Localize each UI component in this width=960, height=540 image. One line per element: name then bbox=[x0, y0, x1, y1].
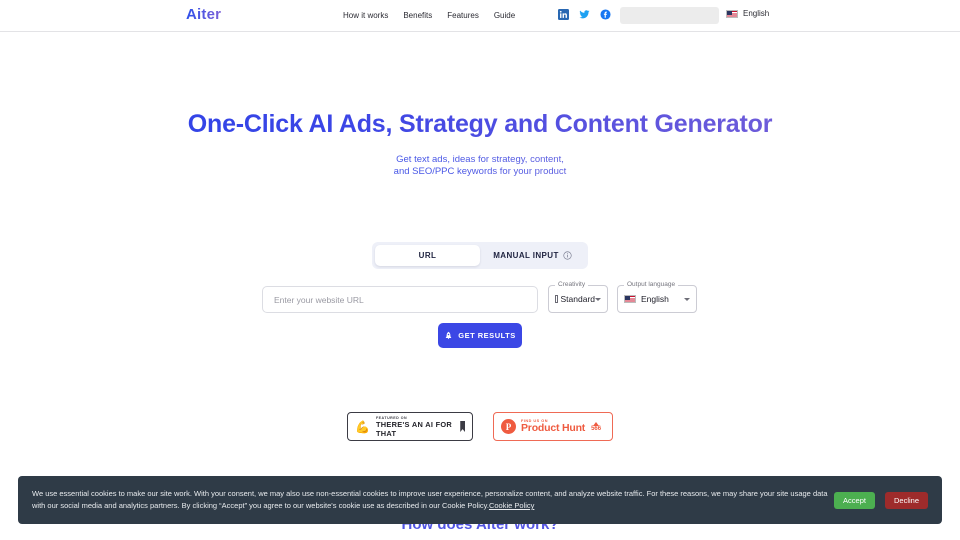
main-nav: How it works Benefits Features Guide bbox=[343, 11, 515, 20]
cookie-banner-body: We use essential cookies to make our sit… bbox=[32, 489, 828, 510]
rocket-icon bbox=[446, 331, 452, 340]
tab-manual-input-label: MANUAL INPUT bbox=[493, 251, 559, 260]
nav-item-guide[interactable]: Guide bbox=[494, 11, 515, 20]
site-logo[interactable]: Aiter bbox=[186, 6, 221, 23]
creativity-select[interactable]: Creativity Standard bbox=[548, 281, 608, 313]
get-results-label: GET RESULTS bbox=[458, 331, 516, 340]
language-switcher[interactable]: English bbox=[726, 9, 769, 18]
input-mode-toggle: URL MANUAL INPUT bbox=[372, 242, 588, 269]
twitter-icon[interactable] bbox=[579, 9, 590, 20]
linkedin-icon[interactable] bbox=[558, 9, 569, 20]
tab-url-label: URL bbox=[418, 251, 437, 260]
output-language-select[interactable]: Output language English bbox=[617, 281, 697, 313]
cookie-banner-text: We use essential cookies to make our sit… bbox=[32, 488, 834, 512]
flex-arm-icon: 💪 bbox=[355, 419, 370, 434]
subtitle-line-1: Get text ads, ideas for strategy, conten… bbox=[396, 154, 564, 165]
header-action-placeholder[interactable] bbox=[620, 7, 719, 24]
language-switcher-label: English bbox=[743, 9, 770, 18]
subtitle-line-2: and SEO/PPC keywords for your product bbox=[393, 166, 567, 177]
taft-title: THERE'S AN AI FOR THAT bbox=[375, 419, 453, 438]
info-icon bbox=[563, 251, 572, 260]
creativity-value: Standard bbox=[560, 294, 596, 304]
product-hunt-count: 566 bbox=[591, 425, 602, 432]
creativity-emoji-icon bbox=[555, 295, 558, 303]
output-language-value: English bbox=[641, 294, 669, 304]
cookie-consent-banner: We use essential cookies to make our sit… bbox=[18, 476, 942, 524]
social-links bbox=[558, 9, 611, 20]
search-input[interactable] bbox=[262, 286, 538, 313]
nav-item-benefits[interactable]: Benefits bbox=[403, 11, 432, 20]
cookie-policy-link[interactable]: Cookie Policy bbox=[489, 501, 534, 510]
page-subtitle: Get text ads, ideas for strategy, conten… bbox=[0, 154, 960, 178]
chevron-down-icon bbox=[595, 297, 601, 301]
badge-row: 💪 FEATURED ON THERE'S AN AI FOR THAT P F… bbox=[0, 412, 960, 441]
chevron-down-icon bbox=[684, 297, 690, 301]
site-header: Aiter How it works Benefits Features Gui… bbox=[0, 0, 960, 32]
product-hunt-title: Product Hunt bbox=[521, 422, 586, 434]
nav-item-how-it-works[interactable]: How it works bbox=[343, 11, 388, 20]
theres-an-ai-for-that-badge[interactable]: 💪 FEATURED ON THERE'S AN AI FOR THAT bbox=[347, 412, 473, 441]
tab-url[interactable]: URL bbox=[375, 245, 480, 266]
get-results-button[interactable]: GET RESULTS bbox=[438, 323, 522, 348]
landing-page: Aiter How it works Benefits Features Gui… bbox=[0, 0, 960, 540]
nav-item-features[interactable]: Features bbox=[447, 11, 479, 20]
product-hunt-upvotes: 566 bbox=[591, 421, 602, 432]
decline-cookies-button[interactable]: Decline bbox=[884, 491, 928, 509]
bookmark-icon bbox=[460, 421, 465, 432]
cookie-banner-actions: Accept Decline bbox=[834, 491, 928, 509]
accept-cookies-button[interactable]: Accept bbox=[834, 491, 875, 509]
creativity-label: Creativity bbox=[555, 281, 589, 288]
us-flag-icon bbox=[726, 9, 738, 18]
facebook-icon[interactable] bbox=[600, 9, 611, 20]
output-language-label: Output language bbox=[624, 281, 679, 288]
tab-manual-input[interactable]: MANUAL INPUT bbox=[480, 245, 585, 266]
page-title: One-Click AI Ads, Strategy and Content G… bbox=[0, 110, 960, 139]
product-hunt-logo-icon: P bbox=[501, 419, 516, 434]
product-hunt-badge[interactable]: P FIND US ON Product Hunt 566 bbox=[493, 412, 613, 441]
us-flag-icon bbox=[624, 295, 636, 303]
